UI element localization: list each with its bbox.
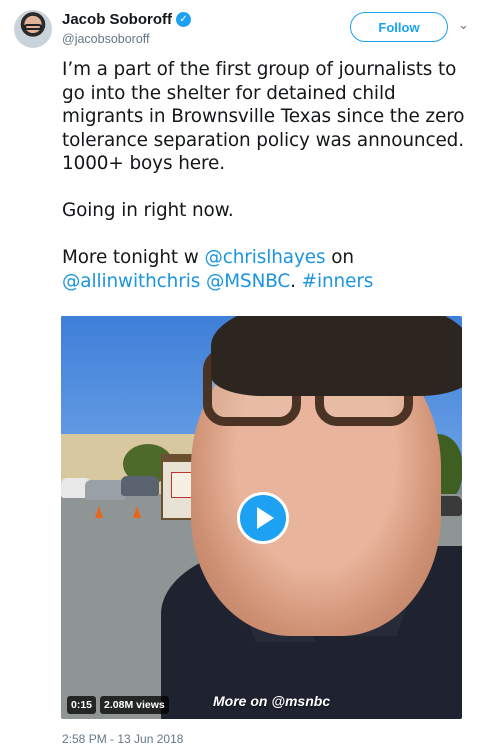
- video-cone: [95, 506, 103, 518]
- video-car: [121, 476, 159, 496]
- play-icon: [257, 507, 274, 529]
- avatar[interactable]: [14, 10, 52, 48]
- tweet-text-segment: on: [325, 247, 354, 268]
- mention-link[interactable]: @allinwithchris: [62, 271, 200, 292]
- tweet-text-segment: .: [290, 270, 302, 292]
- follow-button[interactable]: Follow: [350, 12, 448, 42]
- tweet-timestamp[interactable]: 2:58 PM - 13 Jun 2018: [62, 732, 183, 746]
- mention-link[interactable]: @MSNBC: [206, 271, 290, 292]
- author-name[interactable]: Jacob Soboroff: [62, 11, 172, 28]
- video-player[interactable]: 0:15 2.08M views More on @msnbc: [61, 316, 462, 719]
- author-name-row: Jacob Soboroff ✓: [62, 11, 192, 28]
- avatar-glasses-icon: [24, 24, 42, 30]
- tweet-paragraph: Going in right now.: [62, 200, 234, 221]
- tweet-paragraph: I’m a part of the first group of journal…: [62, 59, 465, 174]
- tweet-text: I’m a part of the first group of journal…: [62, 58, 472, 293]
- tweet-paragraph: More tonight w @chrislhayes on @allinwit…: [62, 246, 472, 293]
- video-cone: [133, 506, 141, 518]
- video-views: 2.08M views: [100, 696, 169, 714]
- video-badges: 0:15 2.08M views: [67, 696, 169, 714]
- more-on-link[interactable]: More on @msnbc: [213, 693, 330, 709]
- hashtag-link[interactable]: #inners: [302, 271, 374, 292]
- chevron-down-icon[interactable]: ⌄: [458, 18, 469, 33]
- tweet-header: Jacob Soboroff ✓ @jacobsoboroff Follow ⌄: [14, 8, 474, 48]
- play-button[interactable]: [237, 492, 289, 544]
- video-duration: 0:15: [67, 696, 97, 714]
- video-car: [85, 480, 125, 500]
- video-hair: [211, 316, 462, 396]
- tweet-text-segment: More tonight w: [62, 247, 205, 268]
- author-handle[interactable]: @jacobsoboroff: [62, 32, 150, 46]
- mention-link[interactable]: @chrislhayes: [204, 247, 325, 268]
- verified-badge-icon: ✓: [176, 12, 192, 27]
